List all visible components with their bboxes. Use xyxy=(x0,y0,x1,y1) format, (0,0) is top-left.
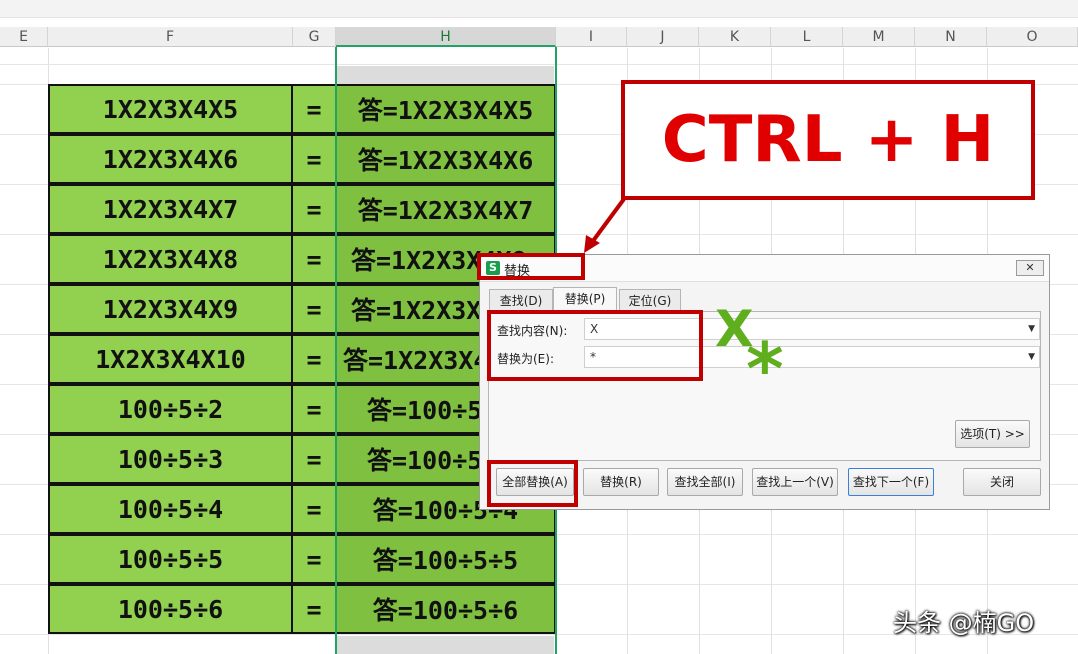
dialog-titlebar[interactable]: S 替换 ✕ xyxy=(480,255,1049,282)
cell-f2[interactable]: 1X2X3X4X6 xyxy=(48,134,293,184)
cell-g11[interactable]: = xyxy=(291,584,337,634)
find-all-button[interactable]: 查找全部(I) xyxy=(667,468,743,496)
selected-empty-cell[interactable] xyxy=(337,66,554,84)
grid-line xyxy=(0,64,1078,65)
cell-f11[interactable]: 100÷5÷6 xyxy=(48,584,293,634)
close-icon[interactable]: ✕ xyxy=(1016,260,1044,276)
app-logo-icon: S xyxy=(486,261,500,275)
column-header-g[interactable]: G xyxy=(293,27,336,47)
dialog-title: 替换 xyxy=(504,264,531,279)
column-header-n[interactable]: N xyxy=(915,27,987,47)
column-header-m[interactable]: M xyxy=(843,27,915,47)
cell-f5[interactable]: 1X2X3X4X9 xyxy=(48,284,293,334)
replace-button[interactable]: 替换(R) xyxy=(583,468,659,496)
cell-f4[interactable]: 1X2X3X4X8 xyxy=(48,234,293,284)
replace-label: 替换为(E): xyxy=(497,352,554,366)
column-header-k[interactable]: K xyxy=(699,27,771,47)
cell-g10[interactable]: = xyxy=(291,534,337,584)
cell-f10[interactable]: 100÷5÷5 xyxy=(48,534,293,584)
cell-g2[interactable]: = xyxy=(291,134,337,184)
find-next-button[interactable]: 查找下一个(F) xyxy=(848,468,934,496)
callout-arrow-icon xyxy=(584,197,626,253)
column-header-l[interactable]: L xyxy=(771,27,843,47)
column-header-f[interactable]: F xyxy=(48,27,293,47)
replace-value: * xyxy=(590,350,596,364)
cell-g1[interactable]: = xyxy=(291,84,337,134)
cell-h10[interactable]: 答=100÷5÷5 xyxy=(335,534,556,584)
chevron-down-icon[interactable]: ▼ xyxy=(1028,319,1035,339)
cell-g3[interactable]: = xyxy=(291,184,337,234)
column-header-i[interactable]: I xyxy=(556,27,627,47)
find-input[interactable]: X ▼ xyxy=(584,318,1040,340)
cell-f7[interactable]: 100÷5÷2 xyxy=(48,384,293,434)
cell-g4[interactable]: = xyxy=(291,234,337,284)
spreadsheet: E F G H I J K L M N O 1X2X3X4X5 = 答=1X2X… xyxy=(0,0,1078,654)
cell-f3[interactable]: 1X2X3X4X7 xyxy=(48,184,293,234)
cell-h1[interactable]: 答=1X2X3X4X5 xyxy=(335,84,556,134)
cell-g7[interactable]: = xyxy=(291,384,337,434)
cell-h11[interactable]: 答=100÷5÷6 xyxy=(335,584,556,634)
replace-all-button[interactable]: 全部替换(A) xyxy=(496,468,574,496)
column-header-j[interactable]: J xyxy=(627,27,699,47)
find-previous-button[interactable]: 查找上一个(V) xyxy=(752,468,838,496)
close-button[interactable]: 关闭 xyxy=(963,468,1041,496)
cell-f8[interactable]: 100÷5÷3 xyxy=(48,434,293,484)
cell-g6[interactable]: = xyxy=(291,334,337,384)
options-button[interactable]: 选项(T) >> xyxy=(955,420,1030,448)
column-header-h[interactable]: H xyxy=(336,27,556,47)
tab-find[interactable]: 查找(D) xyxy=(489,289,553,311)
cell-f1[interactable]: 1X2X3X4X5 xyxy=(48,84,293,134)
cell-g5[interactable]: = xyxy=(291,284,337,334)
find-value: X xyxy=(590,322,599,336)
cell-g9[interactable]: = xyxy=(291,484,337,534)
column-header-e[interactable]: E xyxy=(0,27,48,47)
tab-goto[interactable]: 定位(G) xyxy=(619,289,681,311)
watermark: 头条 @楠GO xyxy=(893,609,1035,637)
cell-f6[interactable]: 1X2X3X4X10 xyxy=(48,334,293,384)
column-header-o[interactable]: O xyxy=(987,27,1078,47)
chevron-down-icon[interactable]: ▼ xyxy=(1028,347,1035,367)
cell-f9[interactable]: 100÷5÷4 xyxy=(48,484,293,534)
toolbar-strip xyxy=(0,0,1078,18)
find-label: 查找内容(N): xyxy=(497,324,568,338)
tab-replace[interactable]: 替换(P) xyxy=(553,287,617,312)
selected-empty-cell[interactable] xyxy=(337,636,554,654)
replace-input[interactable]: * ▼ xyxy=(584,346,1040,368)
cell-h2[interactable]: 答=1X2X3X4X6 xyxy=(335,134,556,184)
cell-h3[interactable]: 答=1X2X3X4X7 xyxy=(335,184,556,234)
shortcut-callout: CTRL + H xyxy=(621,80,1035,200)
cell-g8[interactable]: = xyxy=(291,434,337,484)
annotation-star: * xyxy=(746,327,784,411)
